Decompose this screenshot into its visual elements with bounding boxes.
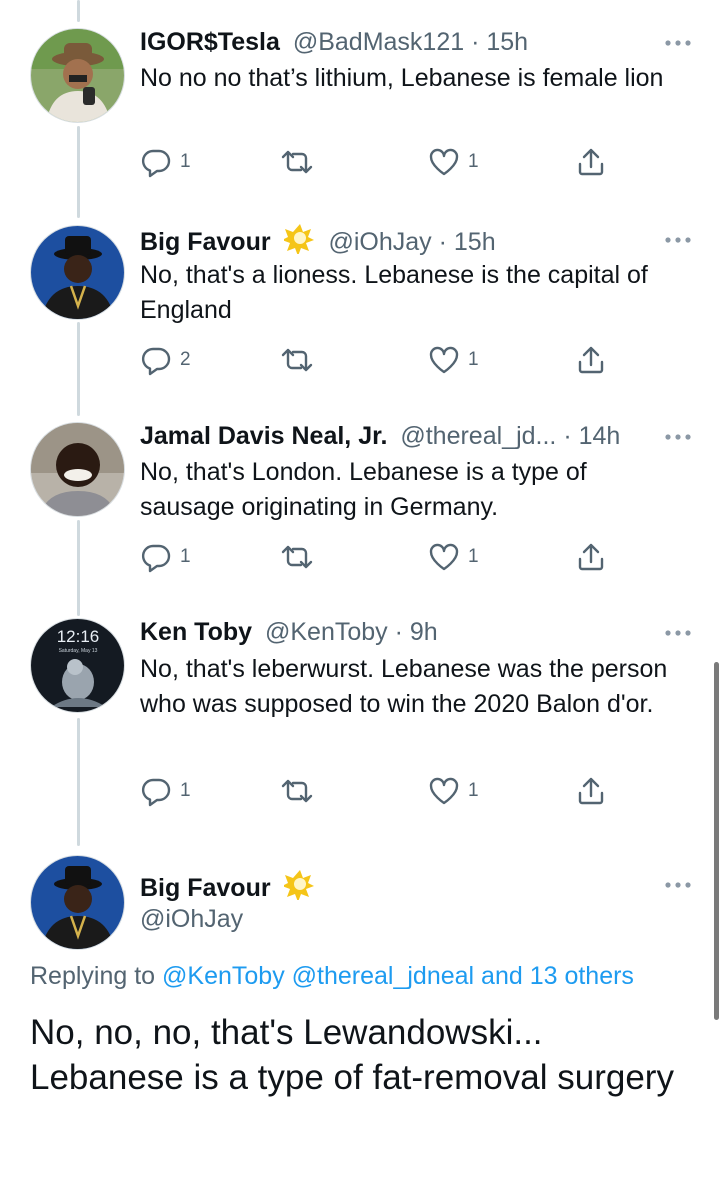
replying-to: Replying to @KenToby @thereal_jdneal and… [30, 962, 634, 991]
avatar[interactable] [30, 855, 125, 950]
main-tweet-handle-row: @iOhJay [140, 902, 667, 936]
main-tweet-name-row: Big Favour [140, 868, 667, 902]
author-name[interactable]: Big Favour [140, 874, 271, 902]
main-tweet[interactable]: Big Favour @iOhJay Replying to @KenToby … [0, 0, 727, 1200]
scrollbar[interactable] [714, 662, 719, 1020]
replying-prefix: Replying to [30, 962, 163, 990]
author-handle[interactable]: @iOhJay [140, 905, 243, 933]
main-tweet-text: No, no, no, that's Lewandowski... Lebane… [30, 1013, 674, 1097]
replying-to-users-link[interactable]: @KenToby @thereal_jdneal and 13 others [162, 962, 634, 990]
verified-icon [283, 870, 314, 900]
more-icon[interactable] [663, 878, 693, 892]
